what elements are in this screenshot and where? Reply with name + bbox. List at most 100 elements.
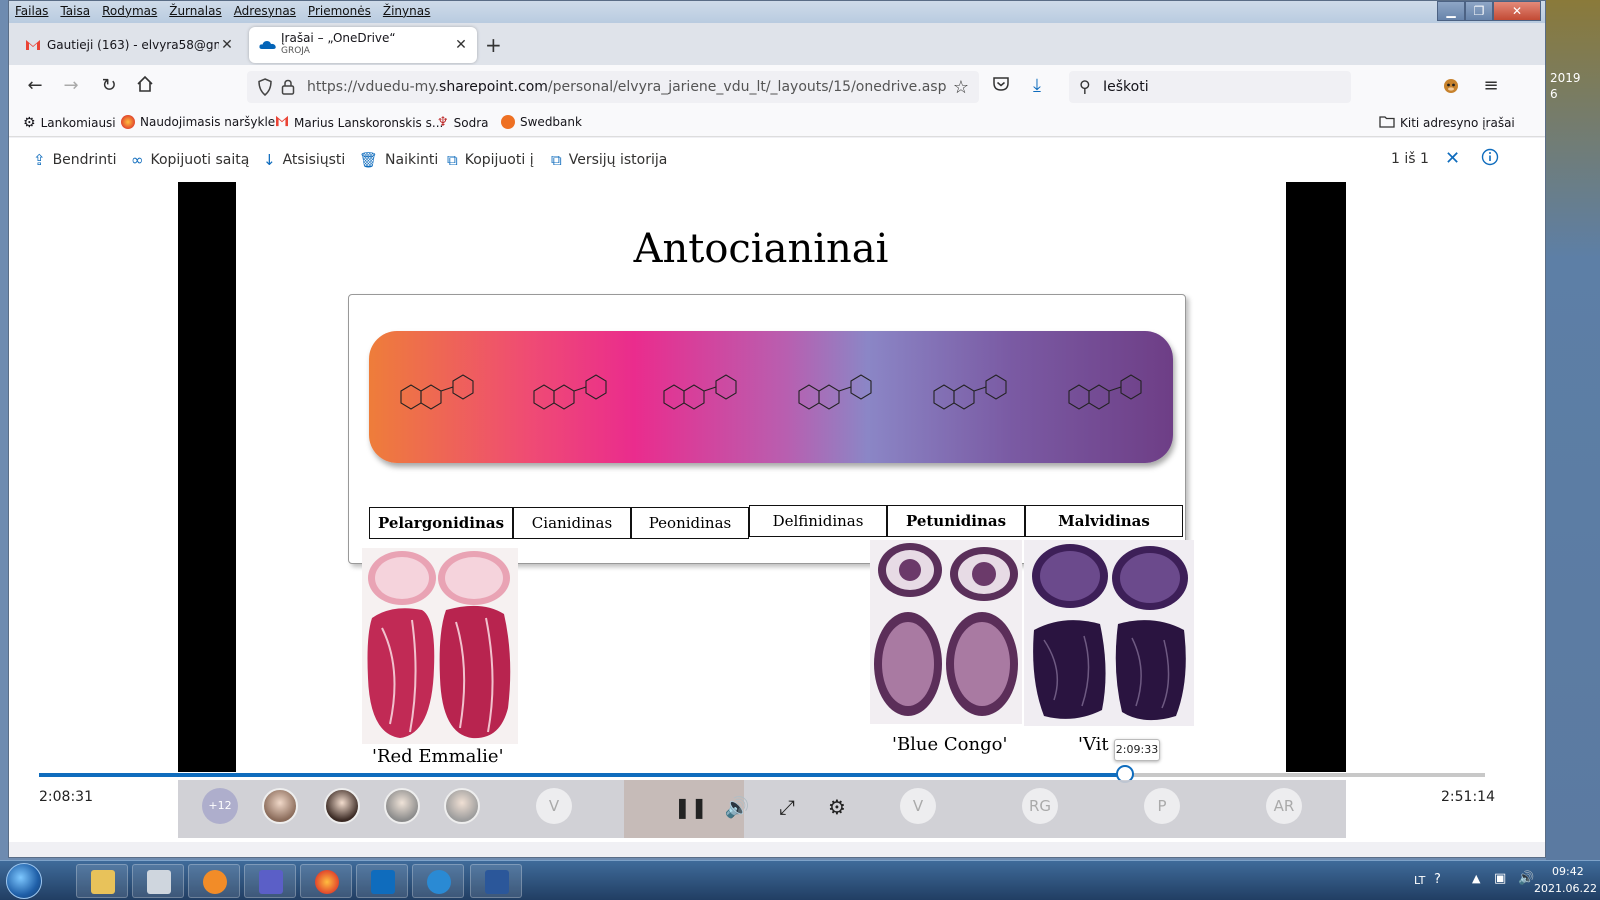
taskbar-firefox[interactable] (300, 864, 352, 898)
share-button[interactable]: ⇪ Bendrinti (33, 151, 116, 169)
share-label: Bendrinti (52, 152, 117, 168)
search-input[interactable]: ⚲ Ieškoti (1069, 71, 1351, 103)
avatar (444, 788, 480, 824)
bookmark-naudojimasis[interactable]: Naudojimasis naršykle (121, 115, 275, 129)
firefox-icon (315, 870, 339, 894)
browser-window: Failas Taisa Rodymas Žurnalas Adresynas … (8, 0, 1546, 858)
participant-initials: V (536, 788, 572, 824)
bookmark-star-icon[interactable]: ☆ (953, 77, 969, 98)
menu-zurnalas[interactable]: Žurnalas (169, 4, 221, 18)
download-button[interactable]: ↓ Atsisiųsti (263, 151, 345, 169)
sodra-icon: ♆ (437, 115, 449, 130)
volume-icon[interactable]: 🔊 (1518, 871, 1534, 886)
new-tab-button[interactable]: + (485, 33, 502, 57)
copy-to-button[interactable]: ⧉ Kopijuoti į (447, 151, 534, 169)
minimize-button[interactable]: ▁ (1437, 1, 1465, 21)
menu-failas[interactable]: Failas (15, 4, 48, 18)
taskbar: LT ? ▲ ▣ 🔊 09:42 2021.06.22 (0, 860, 1600, 900)
bookmark-label: Kiti adresyno įrašai (1400, 116, 1515, 130)
menu-zinynas[interactable]: Žinynas (383, 4, 430, 18)
bookmark-marius[interactable]: Marius Lanskoronskis s... (275, 115, 443, 130)
media-player-icon (203, 870, 227, 894)
taskbar-outlook[interactable] (356, 864, 408, 898)
onedrive-icon (259, 37, 276, 53)
copy-icon: ⧉ (447, 151, 458, 169)
caption-red-emmalie: 'Red Emmalie' (372, 746, 504, 767)
reload-button[interactable]: ↻ (97, 75, 121, 99)
tray-arrow-icon[interactable]: ▲ (1472, 872, 1480, 885)
delete-label: Naikinti (385, 152, 439, 168)
menu-rodymas[interactable]: Rodymas (102, 4, 157, 18)
home-icon[interactable] (133, 75, 157, 99)
teams-icon (259, 870, 283, 894)
taskbar-teams[interactable] (244, 864, 296, 898)
forward-button[interactable]: → (59, 75, 83, 99)
back-button[interactable]: ← (23, 75, 47, 99)
clock-time[interactable]: 09:42 (1552, 865, 1584, 878)
participant-initials: P (1144, 788, 1180, 824)
shield-icon[interactable] (257, 78, 273, 100)
maximize-button[interactable]: ❐ (1465, 1, 1493, 21)
taskbar-media-player[interactable] (188, 864, 240, 898)
extension-monkey-icon[interactable] (1439, 75, 1463, 99)
caption-blue-congo: 'Blue Congo' (892, 734, 1008, 755)
address-bar[interactable]: https://vduedu-my.sharepoint.com/persona… (247, 71, 979, 103)
taskbar-calculator[interactable] (132, 864, 184, 898)
outlook-icon (371, 870, 395, 894)
bookmark-sodra[interactable]: ♆ Sodra (437, 115, 489, 130)
bookmark-label: Marius Lanskoronskis s... (294, 115, 444, 130)
internet-explorer-icon (427, 870, 451, 894)
volume-icon[interactable]: 🔊 (724, 794, 750, 820)
seek-bar[interactable] (39, 765, 1485, 783)
swedbank-icon (501, 115, 515, 129)
close-window-button[interactable]: ✕ (1493, 1, 1541, 21)
bookmark-lankomiausi[interactable]: ⚙ Lankomiausi (23, 115, 116, 131)
fullscreen-icon[interactable]: ⤢ (774, 794, 800, 820)
tab-onedrive[interactable]: Įrašai – „OneDrive“ GROJA ✕ (249, 27, 477, 63)
version-history-button[interactable]: ⧉ Versijų istorija (551, 151, 667, 169)
bookmark-label: Sodra (453, 115, 489, 130)
menu-adresynas[interactable]: Adresynas (234, 4, 296, 18)
presentation-slide: Antocianinai Pelargonidinas Cianidinas P… (236, 182, 1286, 772)
name-cianidinas: Cianidinas (513, 507, 631, 539)
pause-icon[interactable]: ❚❚ (674, 794, 708, 820)
participant-initials: V (900, 788, 936, 824)
help-icon[interactable]: ? (1434, 872, 1441, 887)
close-viewer-icon[interactable]: ✕ (1445, 148, 1460, 169)
bookmark-swedbank[interactable]: Swedbank (501, 115, 582, 129)
word-icon (485, 870, 509, 894)
video-player[interactable]: Antocianinai Pelargonidinas Cianidinas P… (178, 182, 1346, 772)
start-button[interactable] (6, 863, 42, 899)
taskbar-explorer[interactable] (76, 864, 128, 898)
item-counter: 1 iš 1 (1391, 151, 1429, 167)
tab-gmail[interactable]: Gautieji (163) - elvyra58@gmail.com ✕ (15, 27, 243, 63)
info-icon[interactable] (1481, 148, 1499, 170)
network-icon[interactable]: ▣ (1494, 871, 1506, 886)
other-bookmarks[interactable]: Kiti adresyno įrašai (1379, 115, 1515, 131)
menu-taisa[interactable]: Taisa (60, 4, 90, 18)
url-domain: sharepoint.com (439, 79, 548, 95)
total-time: 2:51:14 (1441, 789, 1495, 805)
close-tab-icon[interactable]: ✕ (219, 37, 235, 53)
pocket-icon[interactable] (989, 75, 1013, 99)
language-indicator[interactable]: LT (1414, 874, 1425, 887)
delete-button[interactable]: 🗑 Naikinti (359, 151, 438, 169)
tab-title: Įrašai – „OneDrive“ (281, 32, 396, 45)
clock-date[interactable]: 2021.06.22 (1534, 882, 1597, 895)
menu-priemones[interactable]: Priemonės (308, 4, 371, 18)
gadget-year: 2019 (1550, 71, 1581, 85)
taskbar-internet-explorer[interactable] (412, 864, 464, 898)
settings-gear-icon[interactable]: ⚙ (824, 794, 850, 820)
download-icon[interactable]: ⤓ (1025, 75, 1049, 99)
lock-icon[interactable] (281, 78, 295, 100)
name-pelargonidinas: Pelargonidinas (369, 507, 513, 539)
copy-to-label: Kopijuoti į (464, 152, 534, 168)
red-emmalie-potato-photo (362, 548, 518, 744)
desktop-background: 2019 6 (1546, 0, 1600, 860)
hamburger-menu-icon[interactable]: ≡ (1479, 75, 1503, 99)
close-tab-icon[interactable]: ✕ (453, 37, 469, 53)
taskbar-word[interactable] (470, 864, 522, 898)
copy-link-button[interactable]: ∞ Kopijuoti saitą (131, 151, 249, 169)
download-icon: ↓ (263, 151, 276, 169)
version-history-label: Versijų istorija (568, 152, 668, 168)
